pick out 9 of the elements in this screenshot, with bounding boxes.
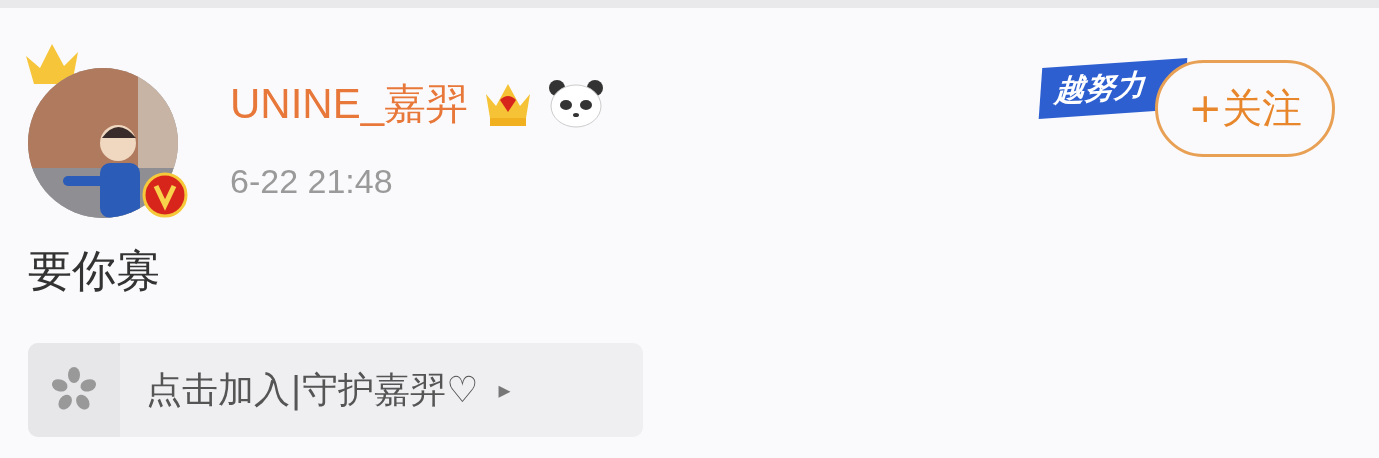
post-text: 要你寡 [27, 244, 161, 298]
panda-icon [548, 79, 605, 129]
post-time: 6-22 21:48 [230, 162, 394, 201]
arrow-icon: ▸ [498, 376, 511, 404]
verified-badge-icon [142, 172, 188, 218]
follow-button[interactable]: +关注 [1155, 60, 1335, 157]
author-name[interactable]: UNINE_嘉羿 [230, 76, 469, 132]
super-topic-bar[interactable]: 点击加入|守护嘉羿♡ ▸ [28, 343, 643, 437]
super-topic-label: 点击加入|守护嘉羿♡ [146, 367, 479, 413]
